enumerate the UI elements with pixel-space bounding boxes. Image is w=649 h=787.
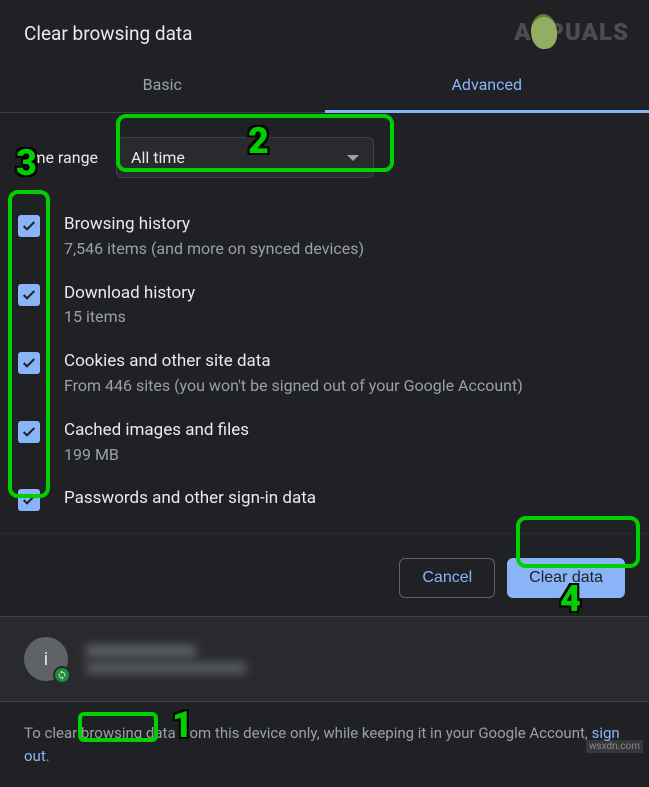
time-range-selected: All time	[131, 148, 185, 167]
item-title: Download history	[64, 282, 195, 305]
checkmark-icon	[21, 218, 37, 234]
list-item: Download history 15 items	[18, 271, 631, 340]
item-sub: 15 items	[64, 306, 195, 328]
item-title: Browsing history	[64, 213, 364, 236]
checkmark-icon	[21, 355, 37, 371]
cancel-button[interactable]: Cancel	[399, 558, 495, 598]
checkmark-icon	[21, 492, 37, 508]
watermark-site: wsxdn.com	[586, 740, 643, 753]
item-sub	[64, 512, 316, 516]
item-text: Passwords and other sign-in data	[64, 487, 316, 516]
clear-data-button[interactable]: Clear data	[507, 558, 625, 598]
list-item: Browsing history 7,546 items (and more o…	[18, 202, 631, 271]
tabs-container: Basic Advanced	[0, 59, 649, 113]
account-name-blurred	[86, 645, 196, 657]
avatar-letter: i	[44, 649, 48, 670]
time-range-dropdown[interactable]: All time	[116, 137, 374, 178]
sync-badge-icon	[53, 666, 71, 684]
checkmark-icon	[21, 424, 37, 440]
item-title: Passwords and other sign-in data	[64, 487, 316, 510]
checkmark-icon	[21, 287, 37, 303]
checkbox-cache[interactable]	[18, 421, 40, 443]
account-section: i	[0, 616, 649, 702]
chevron-down-icon	[347, 155, 359, 161]
item-sub: 199 MB	[64, 444, 249, 466]
item-text: Browsing history 7,546 items (and more o…	[64, 213, 364, 260]
checkbox-download-history[interactable]	[18, 284, 40, 306]
checkbox-browsing-history[interactable]	[18, 215, 40, 237]
item-text: Download history 15 items	[64, 282, 195, 329]
list-item: Cookies and other site data From 446 sit…	[18, 339, 631, 408]
item-sub: 7,546 items (and more on synced devices)	[64, 238, 364, 260]
item-sub: From 446 sites (you won't be signed out …	[64, 375, 523, 397]
checkbox-passwords[interactable]	[18, 489, 40, 511]
time-range-label: Time range	[18, 148, 98, 167]
list-item: Cached images and files 199 MB	[18, 408, 631, 477]
tab-basic[interactable]: Basic	[0, 59, 325, 113]
time-range-row: Time range All time	[0, 113, 649, 192]
footer-part1: To clear browsing data from this device …	[24, 724, 592, 742]
tab-advanced[interactable]: Advanced	[325, 59, 649, 113]
checkbox-cookies[interactable]	[18, 352, 40, 374]
item-text: Cached images and files 199 MB	[64, 419, 249, 466]
watermark-logo: APPUALS	[514, 18, 629, 46]
account-email-blurred	[86, 663, 246, 673]
item-text: Cookies and other site data From 446 sit…	[64, 350, 523, 397]
avatar: i	[24, 637, 68, 681]
data-types-list: Browsing history 7,546 items (and more o…	[0, 192, 649, 527]
item-title: Cached images and files	[64, 419, 249, 442]
footer-part2: .	[46, 747, 50, 765]
list-item: Passwords and other sign-in data	[18, 476, 631, 527]
item-title: Cookies and other site data	[64, 350, 523, 373]
footer-text: To clear browsing data from this device …	[0, 702, 649, 787]
account-info	[86, 645, 246, 673]
button-row: Cancel Clear data	[0, 533, 649, 616]
